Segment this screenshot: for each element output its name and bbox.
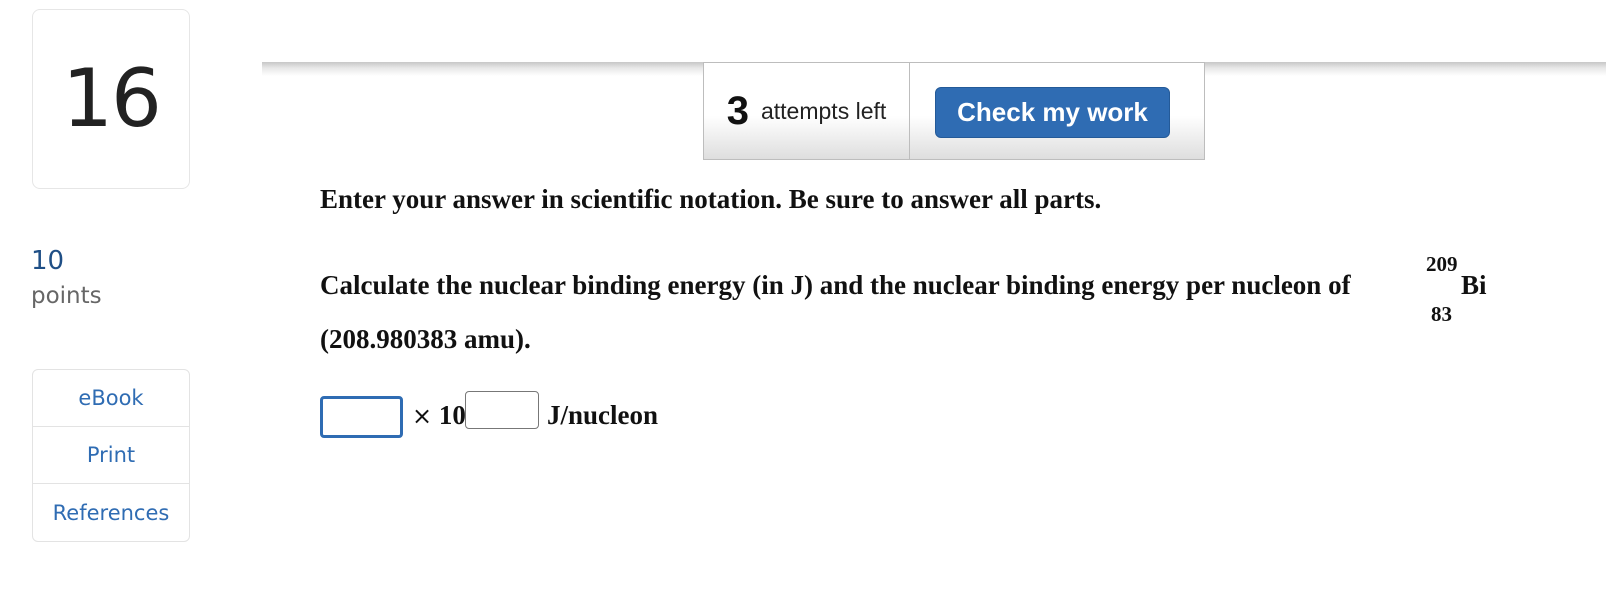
question-number: 16 <box>62 52 162 145</box>
times-sign: × <box>412 402 433 430</box>
points-value: 10 <box>31 246 65 276</box>
question-number-card: 16 <box>32 9 190 189</box>
unit-label: J/nucleon <box>547 400 659 430</box>
question-text: Calculate the nuclear binding energy (in… <box>320 270 1351 300</box>
instructions-text: Enter your answer in scientific notation… <box>320 184 1102 214</box>
attempts-count: 3 <box>726 88 749 133</box>
question-mass-text: (208.980383 amu). <box>320 324 531 354</box>
points-label: points <box>31 283 102 309</box>
mantissa-input[interactable] <box>320 396 403 438</box>
isotope-symbol: Bi <box>1461 270 1487 300</box>
resources-panel: eBook Print References <box>32 369 190 542</box>
references-link[interactable]: References <box>33 484 189 541</box>
isotope-atomic-number: 83 <box>1431 302 1452 326</box>
check-my-work-button[interactable]: Check my work <box>935 87 1170 138</box>
times-ten-label: × 10 <box>412 400 466 431</box>
base-ten: 10 <box>438 400 466 430</box>
exponent-input[interactable] <box>465 391 539 429</box>
attempts-label: attempts left <box>760 97 887 124</box>
ebook-link[interactable]: eBook <box>33 370 189 427</box>
check-work-panel: Check my work <box>909 62 1205 160</box>
print-link[interactable]: Print <box>33 427 189 484</box>
attempts-panel: 3 attempts left <box>703 62 910 160</box>
isotope-mass-number: 209 <box>1426 252 1458 276</box>
